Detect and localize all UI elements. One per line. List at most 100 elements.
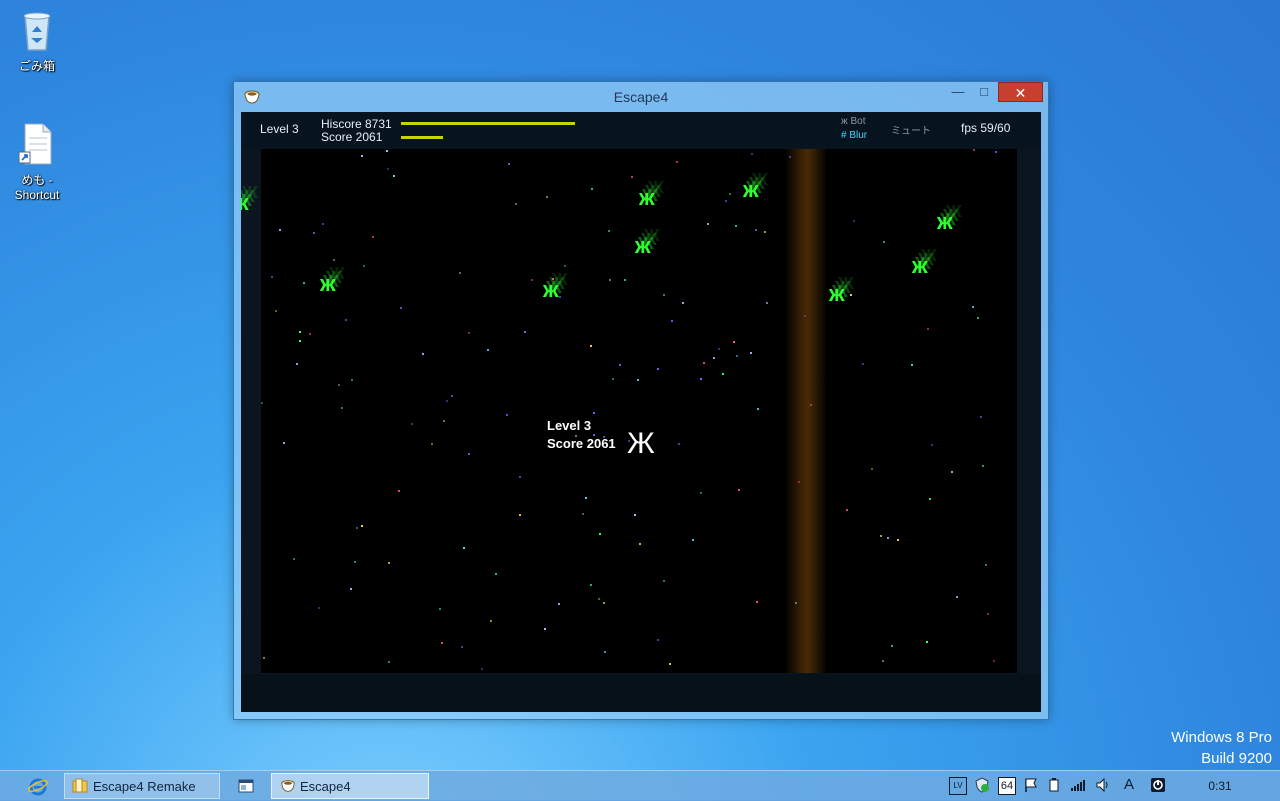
star bbox=[871, 468, 873, 470]
star bbox=[303, 282, 305, 284]
star bbox=[558, 603, 560, 605]
enemy: ж bbox=[639, 185, 655, 210]
star bbox=[707, 223, 709, 225]
watermark-edition: Windows 8 Pro bbox=[1171, 729, 1272, 746]
star bbox=[400, 307, 402, 309]
star bbox=[296, 363, 298, 365]
star bbox=[338, 384, 340, 386]
star bbox=[980, 416, 982, 418]
star bbox=[468, 453, 470, 455]
star bbox=[891, 645, 893, 647]
star bbox=[461, 646, 463, 648]
desktop-icon-recycle-bin[interactable]: ごみ箱 bbox=[5, 8, 69, 74]
star bbox=[973, 149, 975, 151]
flag-icon[interactable] bbox=[1023, 777, 1039, 793]
star bbox=[546, 196, 548, 198]
star bbox=[591, 188, 593, 190]
star bbox=[261, 402, 263, 404]
star bbox=[387, 168, 389, 170]
star bbox=[363, 265, 365, 267]
desktop-icon-label: ごみ箱 bbox=[18, 59, 55, 73]
language-bar-icon[interactable]: LV bbox=[949, 777, 967, 795]
taskbar-escape4-button[interactable]: Escape4 bbox=[271, 773, 429, 799]
taskbar-clock[interactable]: 0:31 bbox=[1200, 779, 1240, 793]
star bbox=[669, 663, 671, 665]
star bbox=[657, 368, 659, 370]
hud-level: Level 3 bbox=[260, 122, 299, 136]
desktop-icon-memo-shortcut[interactable]: めも - Shortcut bbox=[5, 122, 69, 202]
star bbox=[757, 408, 759, 410]
star bbox=[676, 161, 678, 163]
star bbox=[977, 317, 979, 319]
desktop-icon-label: めも - Shortcut bbox=[14, 173, 60, 202]
star bbox=[564, 265, 566, 267]
enemy: ж bbox=[829, 281, 845, 306]
star bbox=[333, 259, 335, 261]
star bbox=[634, 514, 636, 516]
star bbox=[850, 294, 852, 296]
star bbox=[431, 443, 433, 445]
taskbar-window-button[interactable] bbox=[226, 773, 266, 799]
bot-toggle[interactable]: ж Bot bbox=[841, 116, 865, 127]
star bbox=[593, 412, 595, 414]
star bbox=[862, 363, 864, 365]
star bbox=[750, 352, 752, 354]
star bbox=[463, 547, 465, 549]
close-button[interactable]: ✕ bbox=[998, 82, 1043, 102]
maximize-button[interactable]: □ bbox=[971, 82, 997, 102]
star bbox=[582, 513, 584, 515]
star bbox=[929, 498, 931, 500]
star bbox=[361, 155, 363, 157]
star bbox=[703, 362, 705, 364]
star bbox=[972, 306, 974, 308]
ime-badge[interactable]: 64 bbox=[998, 777, 1016, 795]
window-titlebar[interactable]: Escape4 — □ ✕ bbox=[234, 82, 1048, 112]
star bbox=[398, 490, 400, 492]
star bbox=[995, 151, 997, 153]
game-canvas[interactable]: Level 3 Hiscore 8731 Score 2061 ж Bot # … bbox=[241, 112, 1041, 712]
ime-mode-indicator[interactable]: A bbox=[1121, 777, 1137, 793]
star bbox=[446, 400, 448, 402]
enemy: ж bbox=[543, 277, 559, 302]
power-icon[interactable] bbox=[1046, 777, 1062, 793]
star bbox=[490, 620, 492, 622]
star bbox=[612, 378, 614, 380]
ime-pad-icon[interactable] bbox=[1150, 777, 1166, 793]
star bbox=[559, 296, 561, 298]
enemy: ж bbox=[912, 253, 928, 278]
security-shield-icon[interactable] bbox=[974, 777, 990, 793]
star bbox=[299, 331, 301, 333]
star bbox=[756, 601, 758, 603]
hud-score: Score 2061 bbox=[321, 130, 383, 144]
taskbar: Escape4 Remake Escape4 LV 64 A 0:31 bbox=[0, 770, 1280, 801]
star bbox=[603, 602, 605, 604]
star bbox=[733, 341, 735, 343]
taskbar-ie-button[interactable] bbox=[6, 773, 66, 799]
minimize-button[interactable]: — bbox=[945, 82, 971, 102]
taskbar-explorer-button[interactable]: Escape4 Remake bbox=[64, 773, 220, 799]
recycle-bin-icon bbox=[23, 12, 51, 51]
volume-icon[interactable] bbox=[1095, 777, 1111, 793]
star bbox=[386, 150, 388, 152]
star bbox=[993, 660, 995, 662]
star bbox=[700, 492, 702, 494]
star bbox=[279, 229, 281, 231]
star bbox=[725, 200, 727, 202]
star bbox=[585, 497, 587, 499]
star bbox=[722, 373, 724, 375]
star bbox=[341, 407, 343, 409]
star bbox=[351, 379, 353, 381]
star bbox=[372, 236, 374, 238]
signal-icon[interactable] bbox=[1070, 777, 1086, 793]
star bbox=[544, 628, 546, 630]
star bbox=[956, 596, 958, 598]
star bbox=[608, 230, 610, 232]
star bbox=[313, 232, 315, 234]
star bbox=[926, 641, 928, 643]
star bbox=[755, 229, 757, 231]
star bbox=[519, 514, 521, 516]
blur-toggle[interactable]: # Blur bbox=[841, 130, 867, 141]
star bbox=[766, 302, 768, 304]
enemy-edge: ж bbox=[241, 190, 249, 216]
mute-toggle[interactable]: ミュート bbox=[891, 122, 931, 137]
